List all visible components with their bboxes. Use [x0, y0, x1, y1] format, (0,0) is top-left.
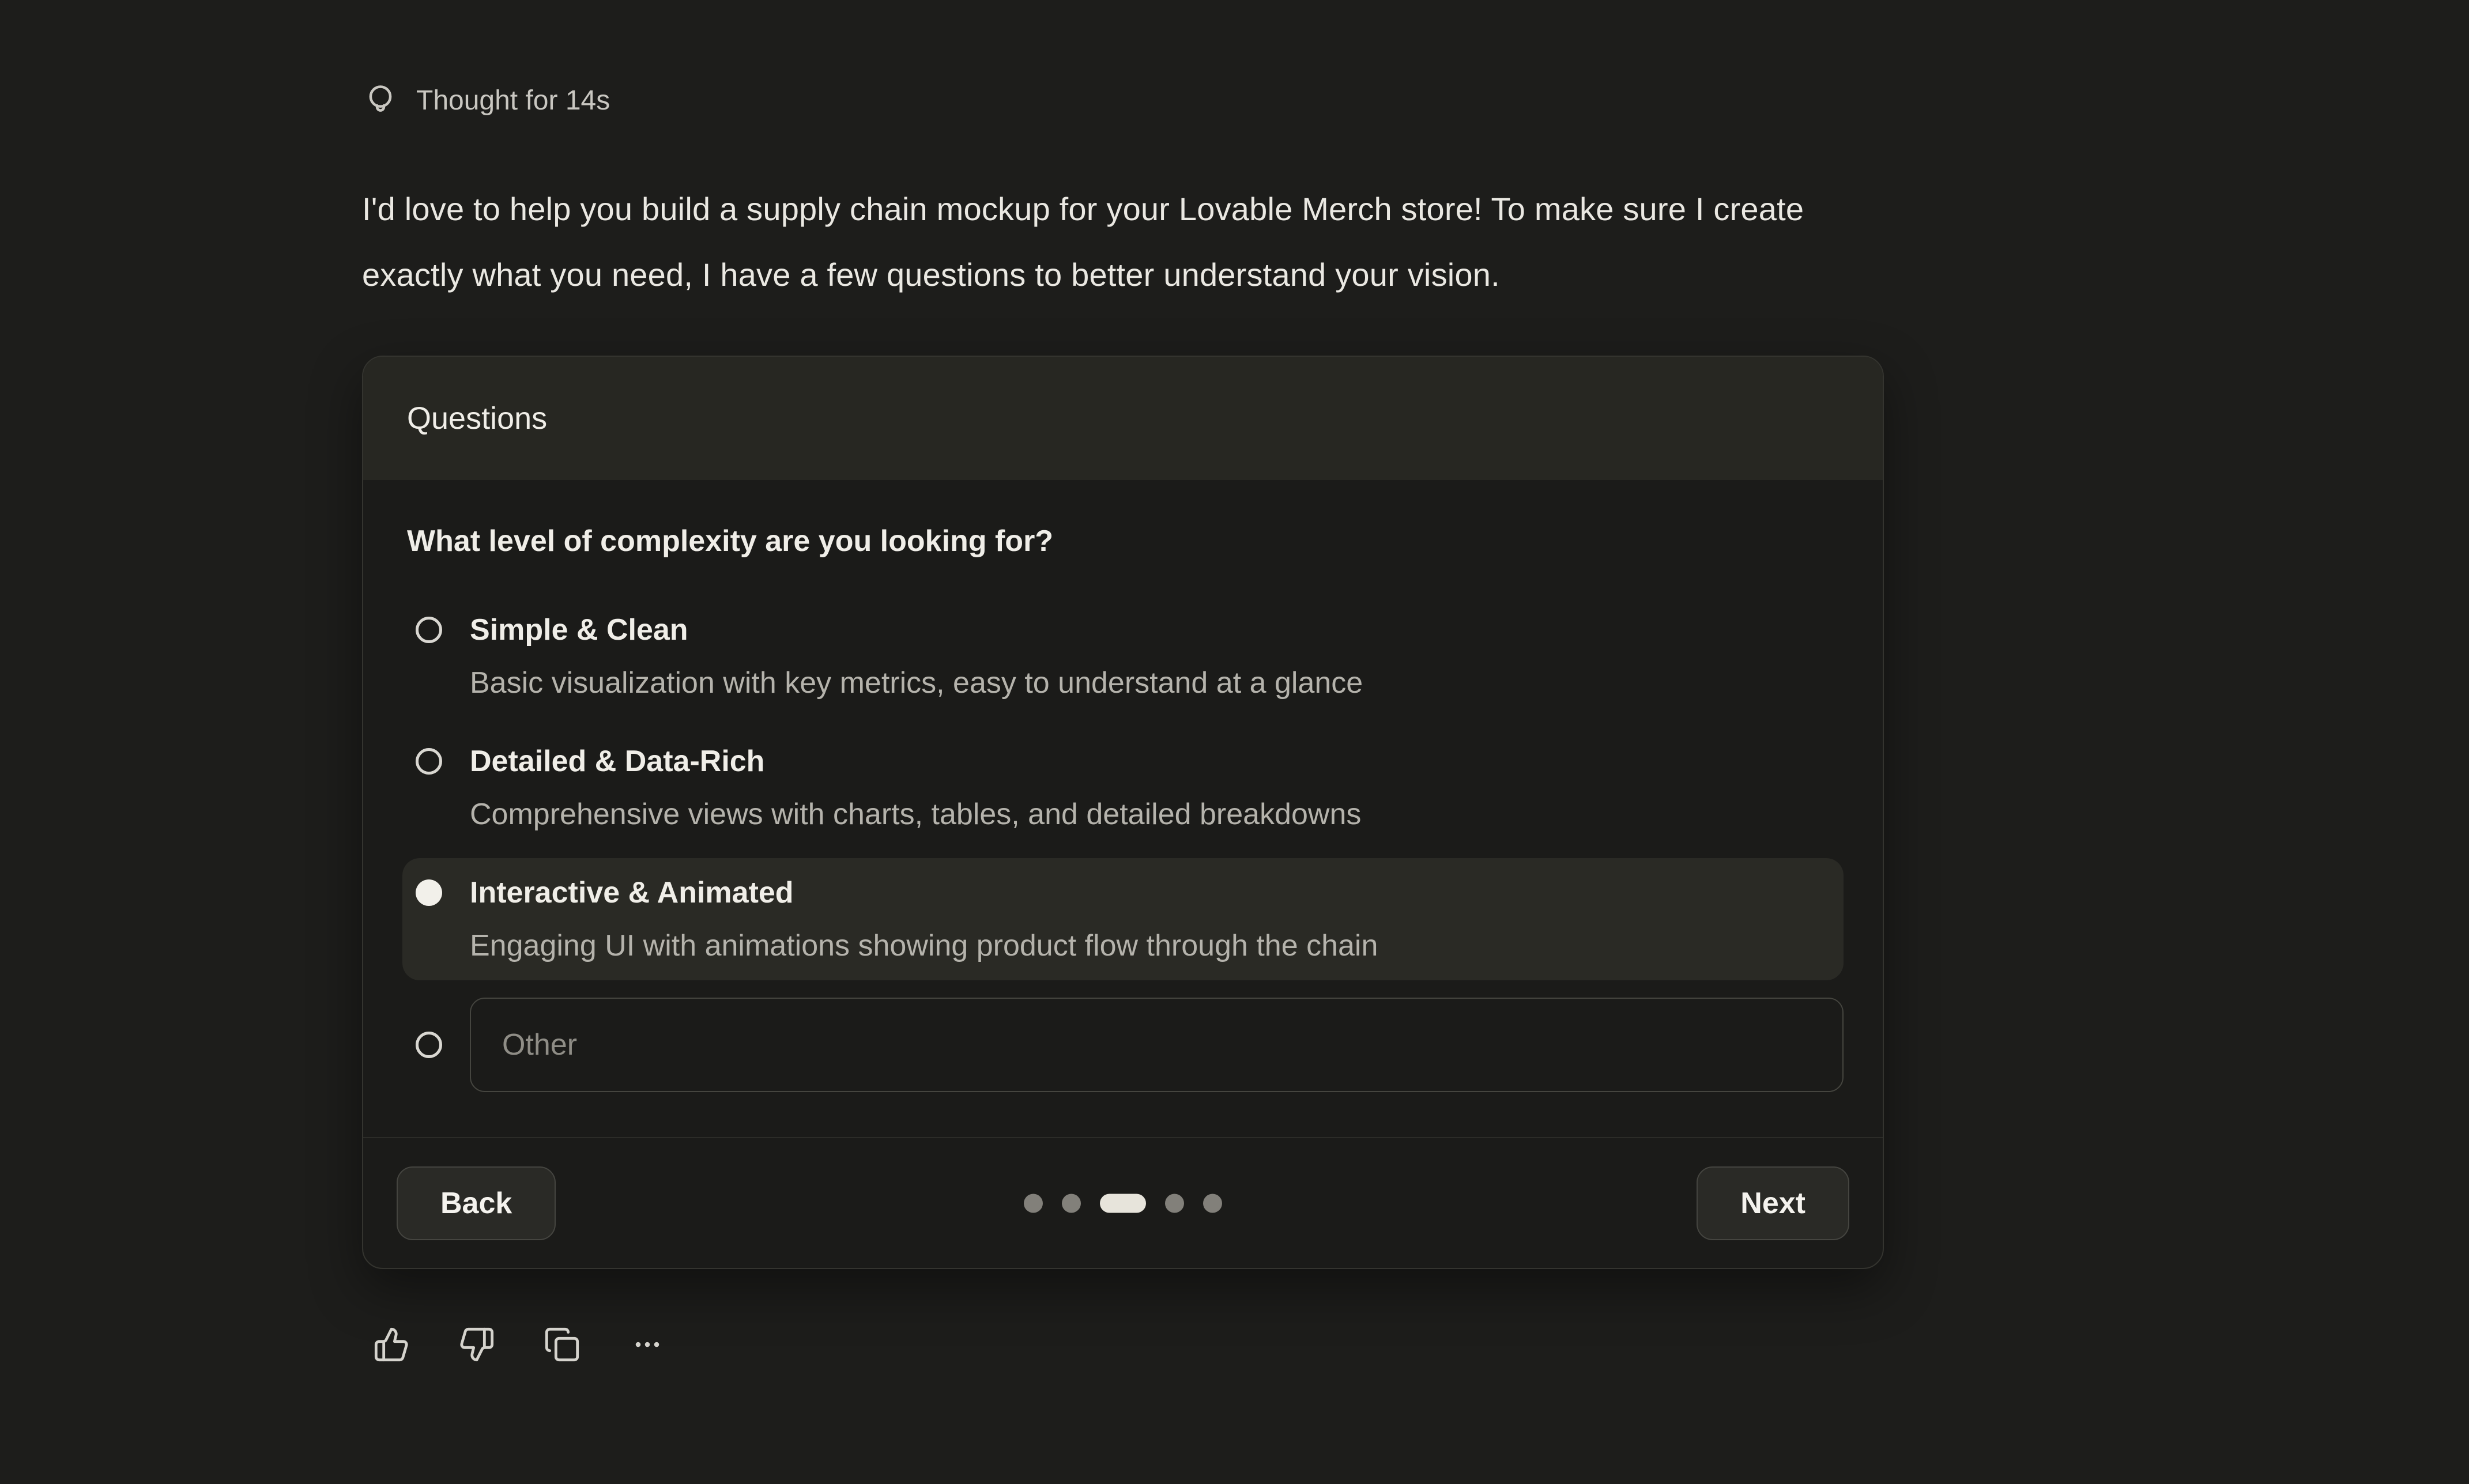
other-option-input[interactable]	[470, 998, 1844, 1092]
copy-button[interactable]	[544, 1326, 581, 1363]
option-title: Interactive & Animated	[470, 874, 1844, 911]
option-description: Engaging UI with animations showing prod…	[470, 927, 1844, 964]
step-dot-5	[1203, 1194, 1222, 1213]
thumbs-up-button[interactable]	[373, 1326, 410, 1363]
option-title: Simple & Clean	[470, 611, 1844, 648]
radio-unselected-icon[interactable]	[416, 748, 442, 775]
option-interactive-animated[interactable]: Interactive & Animated Engaging UI with …	[402, 858, 1844, 980]
thumbs-down-button[interactable]	[458, 1326, 495, 1363]
message-actions	[373, 1326, 666, 1363]
step-dot-4	[1165, 1194, 1184, 1213]
radio-unselected-icon[interactable]	[416, 1032, 442, 1058]
next-button[interactable]: Next	[1697, 1166, 1849, 1240]
back-button[interactable]: Back	[397, 1166, 556, 1240]
questions-card-body: What level of complexity are you looking…	[363, 480, 1883, 1137]
questions-card-footer: Back Next	[363, 1137, 1883, 1268]
thought-summary-toggle[interactable]: Thought for 14s	[362, 82, 610, 119]
message-line-2: exactly what you need, I have a few ques…	[362, 242, 1804, 308]
step-progress-dots	[1024, 1194, 1222, 1213]
radio-selected-icon[interactable]	[416, 879, 442, 906]
step-dot-2	[1062, 1194, 1081, 1213]
thought-label: Thought for 14s	[416, 85, 610, 116]
chat-panel: { "thought": { "label": "Thought for 14s…	[0, 0, 2469, 1484]
thumbs-up-icon	[373, 1326, 410, 1363]
copy-icon	[544, 1326, 581, 1363]
options-list: Simple & Clean Basic visualization with …	[407, 595, 1839, 980]
radio-unselected-icon[interactable]	[416, 617, 442, 643]
option-title: Detailed & Data-Rich	[470, 743, 1844, 780]
step-dot-3-active	[1100, 1194, 1146, 1213]
option-description: Basic visualization with key metrics, ea…	[470, 664, 1844, 701]
thumbs-down-icon	[458, 1326, 495, 1363]
question-text: What level of complexity are you looking…	[407, 523, 1839, 560]
step-dot-1	[1024, 1194, 1043, 1213]
lightbulb-icon	[362, 82, 399, 119]
card-title: Questions	[407, 401, 547, 436]
questions-card: Questions What level of complexity are y…	[362, 356, 1884, 1269]
option-detailed-data-rich[interactable]: Detailed & Data-Rich Comprehensive views…	[402, 727, 1844, 849]
option-simple-clean[interactable]: Simple & Clean Basic visualization with …	[402, 595, 1844, 718]
option-other[interactable]	[402, 998, 1844, 1092]
option-description: Comprehensive views with charts, tables,…	[470, 796, 1844, 833]
more-options-icon	[629, 1326, 666, 1363]
more-options-button[interactable]	[629, 1326, 666, 1363]
assistant-message: I'd love to help you build a supply chai…	[362, 176, 1804, 308]
questions-card-header: Questions	[363, 357, 1883, 480]
message-line-1: I'd love to help you build a supply chai…	[362, 176, 1804, 242]
